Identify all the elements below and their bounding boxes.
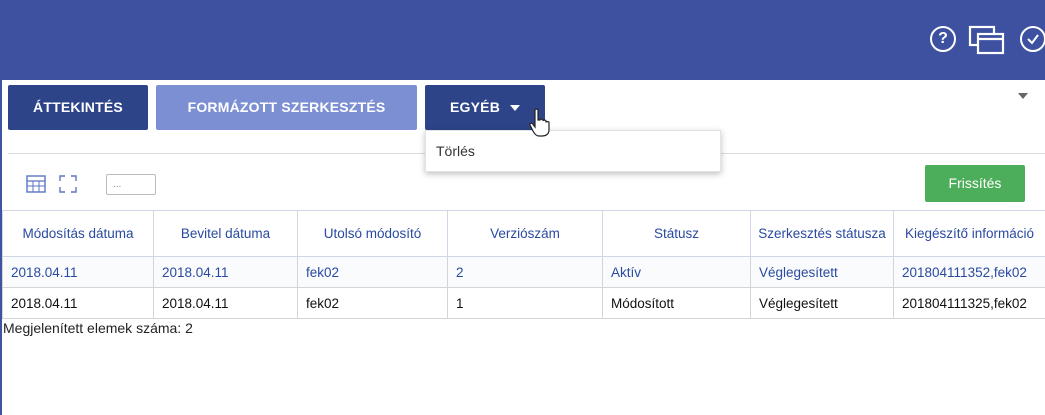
table-cell: 201804111352,fek02: [893, 256, 1045, 288]
refresh-button[interactable]: Frissítés: [925, 165, 1025, 202]
column-header[interactable]: Utolsó módosító: [297, 210, 448, 257]
collapse-caret-icon[interactable]: [1018, 93, 1028, 99]
table-cell: fek02: [297, 256, 448, 288]
table-cell: 201804111325,fek02: [893, 287, 1045, 319]
table-cell: 2: [447, 256, 603, 288]
column-header[interactable]: Módosítás dátuma: [2, 210, 154, 257]
column-header[interactable]: Kiegészítő információ: [893, 210, 1045, 257]
table-cell: 2018.04.11: [153, 256, 298, 288]
expand-icon[interactable]: [58, 174, 78, 194]
table-cell: 2018.04.11: [2, 287, 154, 319]
other-menu-label: EGYÉB: [449, 99, 500, 115]
column-header[interactable]: Szerkesztés státusza: [750, 210, 894, 257]
page-size-select[interactable]: ...: [106, 174, 156, 195]
table-cell: Véglegesített: [750, 256, 894, 288]
table-cell: Aktív: [602, 256, 751, 288]
table-header-row: Módosítás dátuma Bevitel dátuma Utolsó m…: [2, 210, 1045, 257]
table-row[interactable]: 2018.04.11 2018.04.11 fek02 2 Aktív Végl…: [2, 256, 1045, 288]
windows-icon[interactable]: [968, 25, 1006, 55]
table-row[interactable]: 2018.04.11 2018.04.11 fek02 1 Módosított…: [2, 287, 1045, 319]
item-count-label: Megjelenített elemek száma: 2: [3, 320, 193, 336]
table-cell: 2018.04.11: [2, 256, 154, 288]
column-header[interactable]: Bevitel dátuma: [153, 210, 298, 257]
help-icon[interactable]: ?: [930, 26, 956, 52]
menu-item-delete[interactable]: Törlés: [436, 143, 475, 159]
hand-cursor-icon: [528, 108, 552, 138]
table-cell: fek02: [297, 287, 448, 319]
table-cell: Módosított: [602, 287, 751, 319]
formatted-edit-button[interactable]: FORMÁZOTT SZERKESZTÉS: [156, 85, 417, 130]
column-header[interactable]: Státusz: [602, 210, 751, 257]
column-header[interactable]: Verziószám: [447, 210, 603, 257]
check-circle-icon[interactable]: [1020, 26, 1045, 52]
other-menu-button[interactable]: EGYÉB: [425, 85, 545, 130]
versions-table: Módosítás dátuma Bevitel dátuma Utolsó m…: [2, 210, 1045, 319]
table-cell: 2018.04.11: [153, 287, 298, 319]
table-cell: 1: [447, 287, 603, 319]
table-cell: Véglegesített: [750, 287, 894, 319]
top-bar: ?: [0, 0, 1045, 80]
grid-view-icon[interactable]: [26, 175, 46, 193]
other-dropdown-menu: Törlés: [425, 130, 721, 172]
caret-down-icon: [510, 105, 520, 112]
overview-button[interactable]: ÁTTEKINTÉS: [8, 85, 148, 130]
